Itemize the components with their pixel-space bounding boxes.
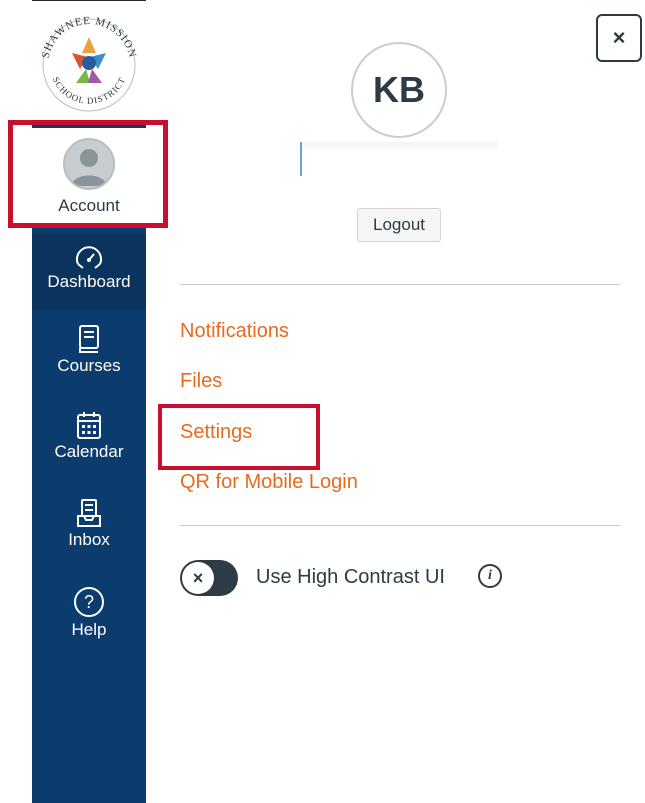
info-icon[interactable]: i [478,564,502,588]
nav-dashboard-label: Dashboard [47,272,131,291]
district-logo[interactable]: SHAWNEE MISSION SCHOOL DISTRICT [32,0,146,122]
nav-help-label: Help [71,620,107,639]
high-contrast-label: Use High Contrast UI [256,566,445,588]
book-icon [79,325,99,353]
files-link[interactable]: Files [180,370,222,393]
nav-calendar[interactable]: Calendar [32,406,146,486]
tray-divider [180,284,620,285]
logout-button[interactable]: Logout [357,208,441,242]
user-name-redacted [300,142,498,176]
qr-mobile-login-link[interactable]: QR for Mobile Login [180,471,358,494]
tray-divider [180,525,620,526]
nav-courses[interactable]: Courses [32,320,146,400]
nav-inbox-label: Inbox [68,530,110,549]
svg-text:?: ? [84,592,94,612]
high-contrast-toggle[interactable]: × [180,560,238,596]
question-circle-icon: ? [74,587,104,617]
dashboard-gauge-icon [76,246,102,269]
calendar-icon [77,412,101,439]
inbox-tray-icon [77,499,101,527]
settings-link[interactable]: Settings [180,421,252,444]
notifications-link[interactable]: Notifications [180,320,289,343]
profile-avatar: KB [351,42,447,138]
nav-courses-label: Courses [57,356,121,375]
nav-help[interactable]: ? Help [32,582,146,662]
close-button[interactable]: × [596,14,642,62]
nav-calendar-label: Calendar [54,442,124,461]
toggle-off-icon: × [182,562,214,594]
nav-dashboard[interactable]: Dashboard [32,234,146,310]
account-highlight-box [8,120,168,228]
district-logo-icon: SHAWNEE MISSION SCHOOL DISTRICT [40,15,137,112]
nav-inbox[interactable]: Inbox [32,494,146,574]
